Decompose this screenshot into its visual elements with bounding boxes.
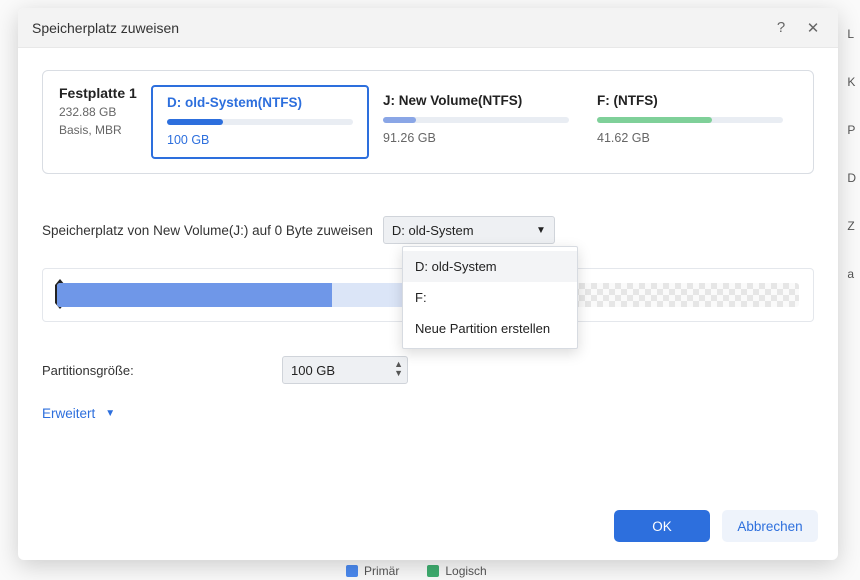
partition-label: J: New Volume(NTFS) (383, 93, 569, 108)
partition-label: F: (NTFS) (597, 93, 783, 108)
disk-type: Basis, MBR (59, 123, 145, 137)
partition-size-input[interactable]: 100 GB ▲▼ (282, 356, 408, 384)
target-partition-selected: D: old-System (392, 223, 474, 238)
partition-size: 91.26 GB (383, 131, 569, 145)
close-icon[interactable]: ✕ (802, 17, 824, 39)
disk-meta: Festplatte 1 232.88 GB Basis, MBR (59, 85, 151, 159)
chevron-down-icon: ▼ (105, 408, 115, 419)
partition-size-value: 100 GB (291, 363, 335, 378)
allocate-space-dialog: Speicherplatz zuweisen ? ✕ Festplatte 1 … (18, 8, 838, 560)
partition-size: 41.62 GB (597, 131, 783, 145)
disk-overview-card: Festplatte 1 232.88 GB Basis, MBR D: old… (42, 70, 814, 174)
partition-size: 100 GB (167, 133, 353, 147)
ok-button[interactable]: OK (614, 510, 710, 542)
help-icon[interactable]: ? (770, 17, 792, 39)
partition-card[interactable]: D: old-System(NTFS) 100 GB (151, 85, 369, 159)
partition-card[interactable]: F: (NTFS) 41.62 GB (583, 85, 797, 159)
disk-name: Festplatte 1 (59, 85, 145, 101)
partition-card[interactable]: J: New Volume(NTFS) 91.26 GB (369, 85, 583, 159)
dropdown-option[interactable]: F: (403, 282, 577, 313)
advanced-label: Erweitert (42, 406, 95, 421)
dialog-footer: OK Abbrechen (18, 496, 838, 560)
slider-filled (57, 283, 332, 307)
chevron-down-icon: ▼ (536, 225, 546, 236)
target-partition-dropdown: D: old-SystemF:Neue Partition erstellen (402, 246, 578, 349)
disk-total: 232.88 GB (59, 105, 145, 119)
cancel-button[interactable]: Abbrechen (722, 510, 818, 542)
size-spinner[interactable]: ▲▼ (394, 360, 403, 378)
partition-size-label: Partitionsgröße: (42, 363, 242, 378)
dropdown-option[interactable]: Neue Partition erstellen (403, 313, 577, 344)
legend-swatch-logical (427, 565, 439, 577)
advanced-toggle[interactable]: Erweitert ▼ (42, 406, 814, 421)
partition-usage-bar (167, 119, 353, 125)
partition-legend: Primär Logisch (346, 564, 487, 578)
target-partition-select[interactable]: D: old-System ▼ (383, 216, 555, 244)
assign-sentence-row: Speicherplatz von New Volume(J:) auf 0 B… (42, 216, 814, 244)
assign-sentence: Speicherplatz von New Volume(J:) auf 0 B… (42, 223, 373, 238)
dialog-title: Speicherplatz zuweisen (32, 20, 179, 36)
obscured-side-text: L K P D Z a (847, 10, 856, 298)
dialog-titlebar: Speicherplatz zuweisen ? ✕ (18, 8, 838, 48)
legend-swatch-primary (346, 565, 358, 577)
partition-usage-bar (383, 117, 569, 123)
partition-usage-bar (597, 117, 783, 123)
dropdown-option[interactable]: D: old-System (403, 251, 577, 282)
partition-label: D: old-System(NTFS) (167, 95, 353, 110)
